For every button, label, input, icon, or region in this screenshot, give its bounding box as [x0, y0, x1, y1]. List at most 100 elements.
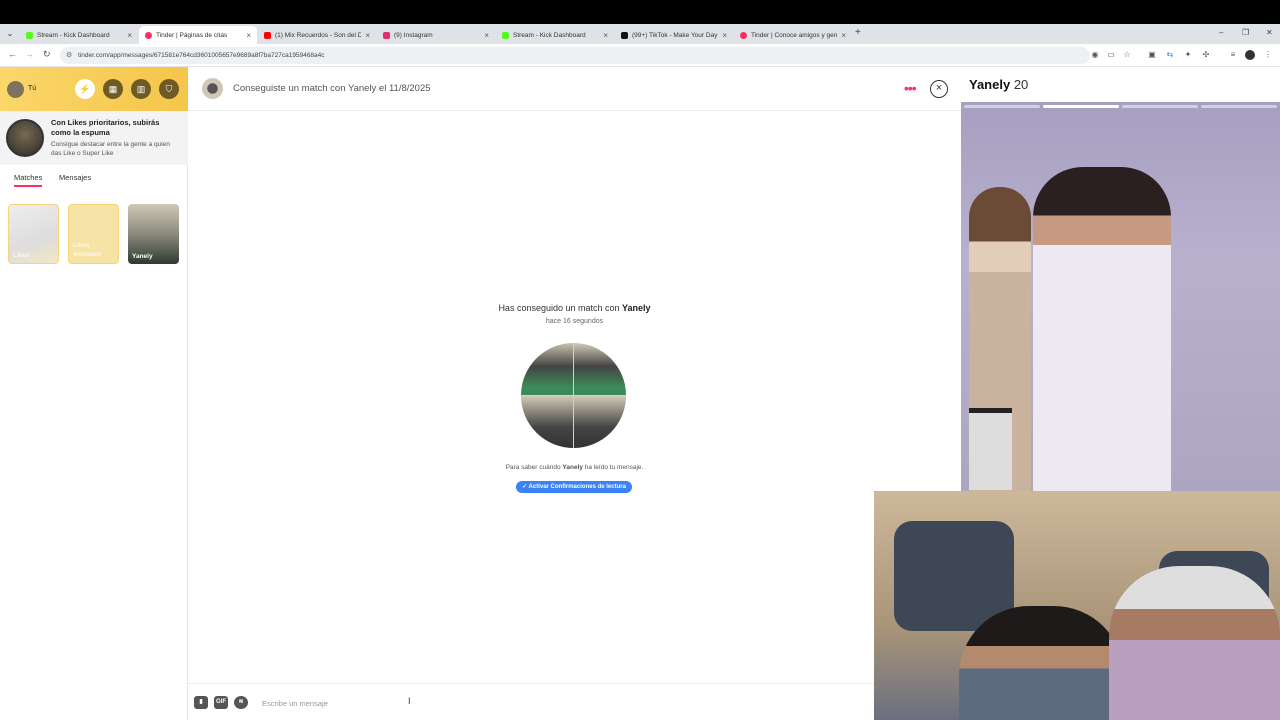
translate-icon[interactable]: ⇆ — [1165, 50, 1175, 60]
gif-button[interactable]: GIF — [214, 696, 228, 709]
likes-sent-card[interactable]: Likes enviados — [68, 204, 119, 264]
more-options-icon[interactable]: ••• — [904, 80, 917, 96]
location-icon[interactable]: ◉ — [1090, 50, 1100, 60]
tab-close-icon[interactable]: × — [484, 31, 489, 40]
tinder-favicon-icon — [145, 31, 152, 39]
puzzle-icon[interactable]: ✣ — [1201, 50, 1211, 60]
promo-avatar — [6, 119, 44, 157]
kick-favicon-icon — [502, 31, 509, 39]
photo-bar[interactable] — [1201, 105, 1277, 108]
tab-title: (9) Instagram — [394, 31, 433, 39]
match-text-prefix: Has conseguido un match con — [498, 303, 620, 313]
photo-bar[interactable] — [964, 105, 1040, 108]
browser-tab[interactable]: (99+) TikTok - Make Your Day × — [615, 26, 733, 44]
tab-title: (99+) TikTok - Make Your Day — [632, 31, 718, 39]
explore-grid-icon[interactable]: ▦ — [103, 79, 123, 99]
photo-progress-bars — [964, 105, 1277, 108]
priority-likes-promo[interactable]: Con Likes prioritarios, subirás como la … — [0, 111, 188, 165]
likes-card-label: Likes — [13, 252, 30, 259]
likes-card[interactable]: Likes — [8, 204, 59, 264]
tab-close-icon[interactable]: × — [841, 31, 846, 40]
tab-close-icon[interactable]: × — [246, 31, 251, 40]
spotify-icon[interactable]: ≋ — [234, 696, 248, 709]
tab-close-icon[interactable]: × — [365, 31, 370, 40]
photo-thumbnail[interactable] — [969, 408, 1012, 490]
webcam-overlay — [874, 491, 1280, 720]
match-announcement: Has conseguido un match con Yanely — [188, 303, 961, 313]
tab-messages[interactable]: Mensajes — [59, 173, 91, 185]
message-input[interactable] — [262, 695, 862, 711]
chat-header-title: Conseguiste un match con Yanely el 11/8/… — [233, 83, 431, 94]
tab-matches[interactable]: Matches — [14, 173, 43, 187]
browser-tab[interactable]: (1) Mix Recuerdos - Son del Du × — [258, 26, 376, 44]
tab-title: Stream - Kick Dashboard — [513, 31, 586, 39]
browser-menu-icon[interactable]: ⋮ — [1263, 50, 1273, 60]
tinder-favicon-icon — [740, 31, 747, 39]
tab-close-icon[interactable]: × — [603, 31, 608, 40]
browser-tab[interactable]: Tinder | Conoce amigos y gent × — [734, 26, 852, 44]
boost-bolt-icon[interactable]: ⚡ — [75, 79, 95, 99]
screen-top-bar — [0, 0, 1280, 24]
reload-icon[interactable]: ↻ — [43, 49, 51, 60]
my-profile-label[interactable]: Tú — [28, 85, 36, 92]
restore-icon[interactable]: ❐ — [1242, 28, 1249, 37]
profile-photo[interactable] — [961, 102, 1280, 491]
my-profile-avatar[interactable] — [7, 81, 24, 98]
tab-close-icon[interactable]: × — [722, 31, 727, 40]
instagram-favicon-icon — [383, 31, 390, 39]
photo-quadrant — [574, 396, 626, 448]
profile-age: 20 — [1013, 77, 1029, 92]
chat-avatar[interactable] — [202, 78, 223, 99]
browser-tab-active[interactable]: Tinder | Páginas de citas × — [139, 26, 257, 44]
tab-close-icon[interactable]: × — [127, 31, 132, 40]
browser-tab[interactable]: Stream - Kick Dashboard × — [20, 26, 138, 44]
read-prefix: Para saber cuándo — [505, 464, 561, 471]
photo-bar-active[interactable] — [1043, 105, 1119, 108]
cast-icon[interactable]: ▭ — [1106, 50, 1116, 60]
site-settings-icon[interactable]: ⚙ — [66, 47, 72, 64]
new-tab-plus-icon[interactable]: + — [855, 27, 861, 38]
text-cursor-icon: I — [408, 696, 411, 706]
sticker-icon[interactable]: ▮ — [194, 696, 208, 709]
streamer-person-left — [959, 606, 1124, 720]
browser-tab[interactable]: (9) Instagram × — [377, 26, 495, 44]
message-composer: ▮ GIF ≋ — [188, 683, 961, 720]
minimize-icon[interactable]: – — [1219, 28, 1223, 37]
tab-title: Stream - Kick Dashboard — [37, 31, 110, 39]
read-receipt-hint: Para saber cuándo Yanely ha leído tu men… — [188, 464, 961, 471]
bookmark-star-icon[interactable]: ☆ — [1122, 50, 1132, 60]
match-photo[interactable] — [521, 343, 626, 448]
promo-subtitle: Consigue destacar entre la gente a quien… — [51, 141, 170, 157]
photo-bar[interactable] — [1122, 105, 1198, 108]
sidebar: Tú ⚡ ▦ ▥ ⛉ Con Likes prioritarios, subir… — [0, 67, 188, 720]
extension-icon[interactable]: ✦ — [1183, 50, 1193, 60]
browser-tab-strip: ⌄ Stream - Kick Dashboard × Tinder | Pág… — [0, 24, 1280, 44]
shield-icon[interactable]: ⛉ — [159, 79, 179, 99]
chat-header: Conseguiste un match con Yanely el 11/8/… — [188, 67, 961, 111]
reading-list-icon[interactable]: ≡ — [1228, 50, 1238, 60]
extension-icon[interactable]: ▣ — [1147, 50, 1157, 60]
tab-title: (1) Mix Recuerdos - Son del Du — [275, 31, 362, 39]
activate-read-receipts-button[interactable]: ✓ Activar Confirmaciones de lectura — [516, 481, 632, 493]
forward-arrow-icon[interactable]: → — [25, 49, 34, 59]
briefcase-icon[interactable]: ▥ — [131, 79, 151, 99]
profile-header: Yanely 20 — [969, 77, 1028, 92]
tab-title: Tinder | Conoce amigos y gent — [751, 31, 838, 39]
window-close-icon[interactable]: ✕ — [1266, 28, 1273, 37]
profile-avatar-icon[interactable] — [1245, 50, 1255, 60]
photo-quadrant — [574, 343, 626, 395]
close-chat-icon[interactable]: × — [930, 80, 948, 98]
kick-favicon-icon — [26, 31, 33, 39]
promo-title: Con Likes prioritarios, subirás como la … — [51, 118, 160, 137]
photo-quadrant — [521, 343, 573, 395]
streamer-person-right — [1109, 566, 1280, 720]
back-arrow-icon[interactable]: ← — [8, 49, 17, 59]
match-timestamp: hace 16 segundos — [545, 318, 604, 325]
url-field[interactable]: ⚙ tinder.com/app/messages/671581e764cd36… — [60, 47, 1090, 64]
match-card-yanely[interactable]: Yanely — [128, 204, 179, 264]
profile-name: Yanely — [969, 77, 1011, 92]
photo-quadrant — [521, 396, 573, 448]
browser-tab[interactable]: Stream - Kick Dashboard × — [496, 26, 614, 44]
tab-search-chevron-icon[interactable]: ⌄ — [4, 28, 16, 40]
chat-panel: Conseguiste un match con Yanely el 11/8/… — [188, 67, 961, 720]
